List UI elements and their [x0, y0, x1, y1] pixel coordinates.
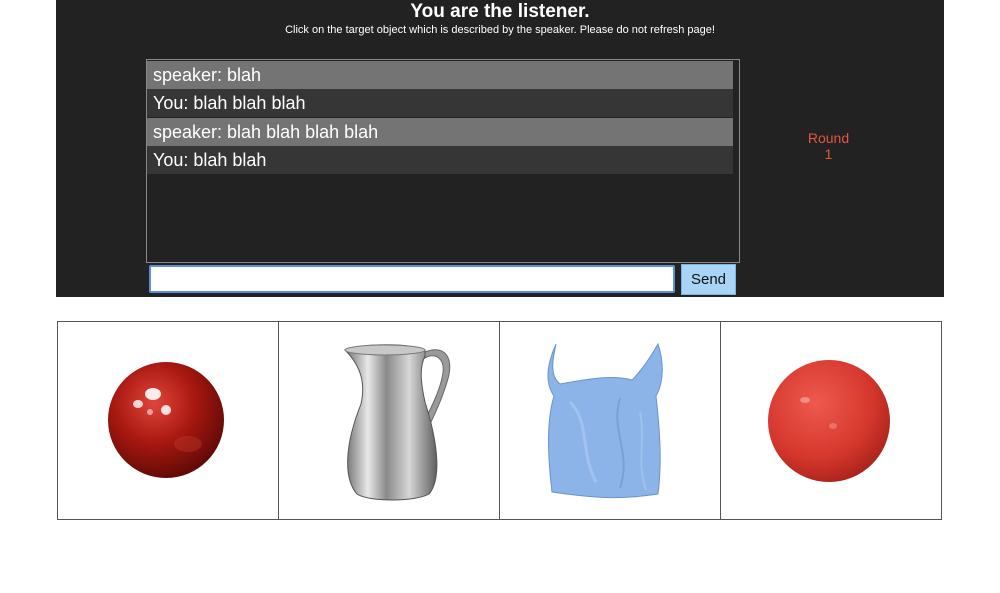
chat-message-you: You: blah blah: [147, 146, 733, 174]
round-number: 1: [824, 146, 833, 162]
silver-pitcher-image: [344, 344, 451, 501]
object-cell-4[interactable]: [720, 321, 942, 520]
send-button[interactable]: Send: [681, 264, 736, 295]
object-cell-2[interactable]: [278, 321, 500, 520]
instructions-text: Click on the target object which is desc…: [285, 24, 715, 36]
round-indicator: Round 1: [790, 130, 867, 162]
object-cell-3[interactable]: [499, 321, 721, 520]
round-label: Round: [807, 130, 850, 146]
object-cell-1[interactable]: [57, 321, 279, 520]
object-choices: [57, 321, 942, 520]
chat-message-speaker: speaker: blah blah blah blah: [147, 118, 733, 146]
page-title: You are the listener.: [410, 1, 590, 22]
matte-red-sphere-image: [768, 360, 890, 482]
chat-input[interactable]: [149, 265, 675, 293]
chat-log: speaker: blah You: blah blah blah speake…: [146, 59, 740, 263]
chat-message-speaker: speaker: blah: [147, 61, 733, 89]
chat-input-row: Send: [146, 261, 740, 297]
chat-message-you: You: blah blah blah: [147, 89, 733, 117]
blue-plastic-bag-image: [547, 342, 663, 499]
shiny-red-sphere-image: [108, 362, 224, 478]
